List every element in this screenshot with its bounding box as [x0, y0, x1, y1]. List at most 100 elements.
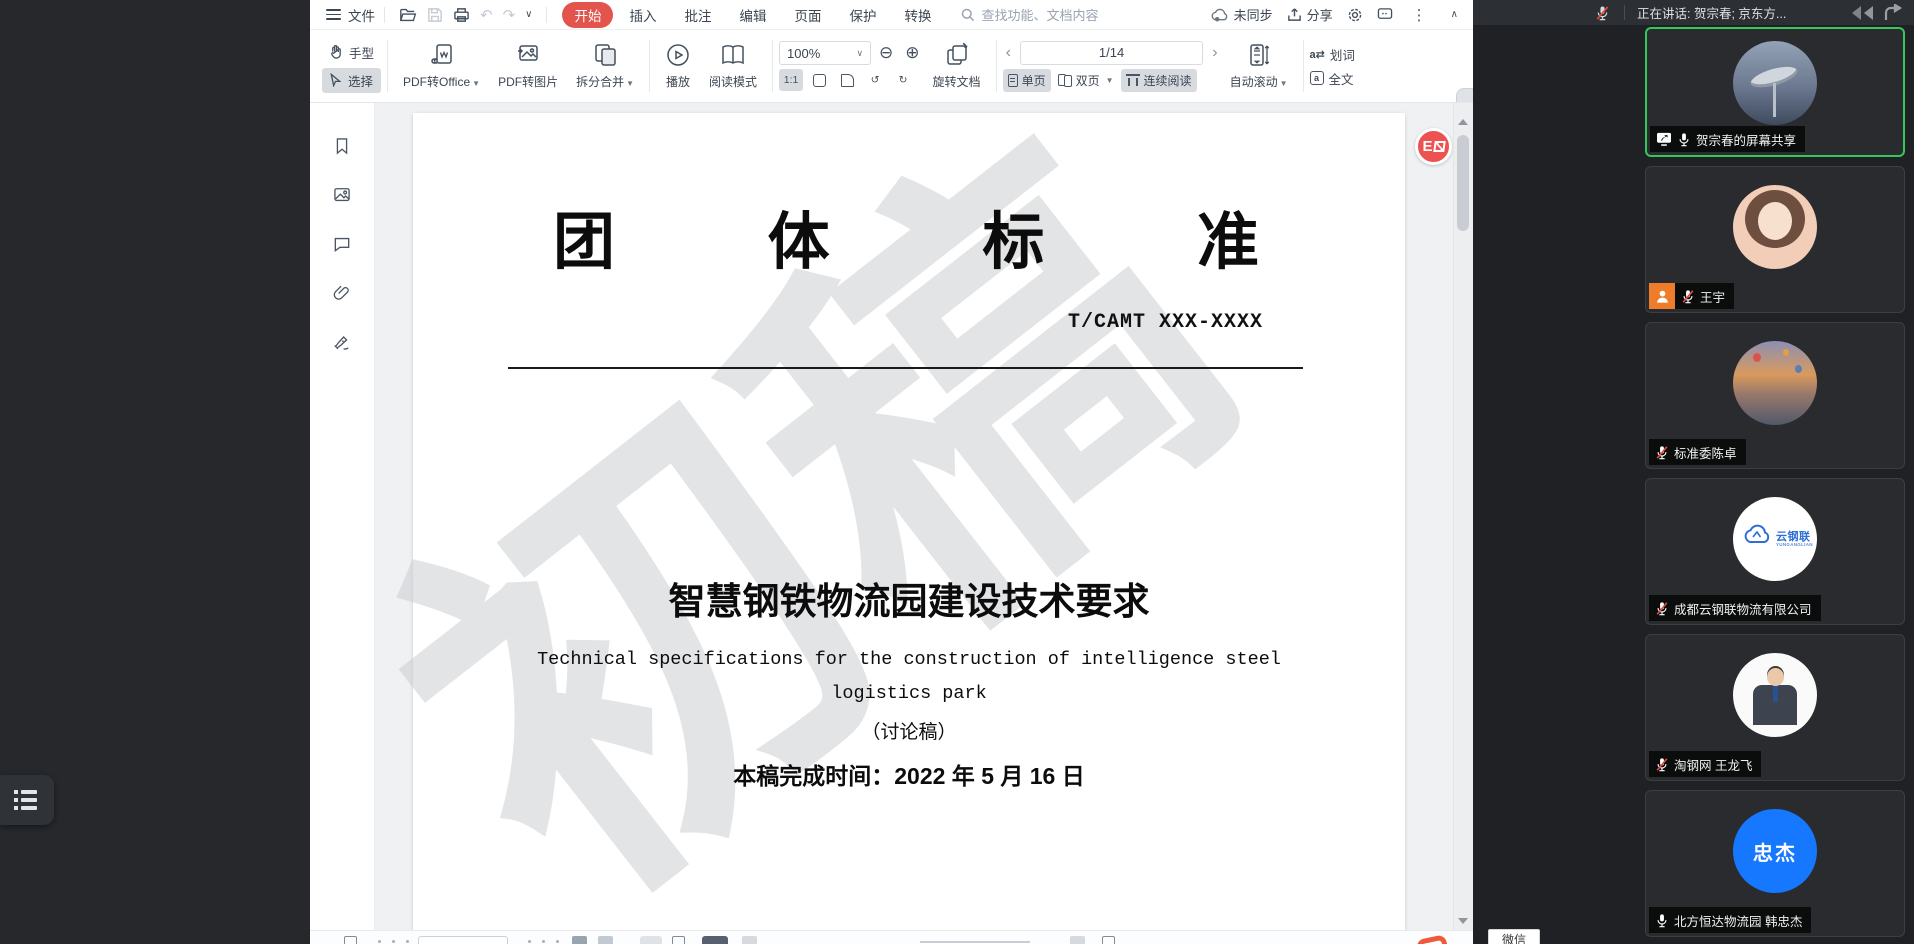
feedback-button[interactable]: [1377, 7, 1393, 22]
actual-size-button[interactable]: 1:1: [779, 69, 803, 91]
scrollbar-thumb[interactable]: [1457, 135, 1469, 231]
translate-full-button[interactable]: a 全文: [1310, 69, 1355, 88]
menu-tab-转换[interactable]: 转换: [892, 2, 943, 28]
play-button[interactable]: 播放: [656, 35, 700, 97]
single-page-button[interactable]: 单页: [1003, 69, 1051, 92]
hand-tool-button[interactable]: 手型: [322, 40, 381, 65]
double-page-button[interactable]: 双页▼: [1053, 69, 1119, 92]
mic-muted-icon: [1655, 601, 1669, 616]
participant-tile[interactable]: 标准委陈卓: [1645, 322, 1905, 469]
document-viewport[interactable]: 初稿 团体标准 T/CAMT XXX-XXXX 智慧钢铁物流园建设技术要求 Te…: [375, 103, 1453, 930]
zoom-level-select[interactable]: 100%∨: [779, 41, 871, 65]
split-merge-button[interactable]: 拆分合并▼: [567, 35, 643, 97]
page-indicator-input[interactable]: 1/14: [1020, 41, 1203, 65]
auto-scroll-icon: [1247, 42, 1271, 68]
sync-status[interactable]: 未同步: [1210, 5, 1273, 24]
status-icon[interactable]: [640, 936, 662, 944]
print-button[interactable]: [448, 7, 475, 23]
translate-word-button[interactable]: a⇄ 划词: [1310, 45, 1355, 64]
zoom-in-icon[interactable]: ⊕: [901, 43, 923, 63]
status-search-input[interactable]: [418, 936, 508, 944]
open-file-button[interactable]: [394, 7, 422, 23]
meeting-nav-arrows[interactable]: [1848, 4, 1906, 22]
previous-page-button[interactable]: ‹: [1003, 44, 1014, 62]
quick-access-more-icon[interactable]: ∨: [520, 9, 537, 20]
participant-name: 王宇: [1700, 287, 1725, 306]
fit-width-icon: [813, 74, 826, 87]
chat-icon: [1377, 7, 1393, 22]
document-subtitle-en-2: logistics park: [413, 683, 1405, 704]
status-icon[interactable]: [598, 936, 613, 944]
fit-page-button[interactable]: [835, 69, 859, 91]
read-mode-button[interactable]: 阅读模式: [700, 35, 766, 97]
save-button[interactable]: [422, 7, 448, 23]
participant-tile[interactable]: 云钢联YUNGANGLIAN成都云钢联物流有限公司: [1645, 478, 1905, 625]
collapse-side-tab[interactable]: ›: [1456, 88, 1473, 103]
menu-tab-页面[interactable]: 页面: [782, 2, 833, 28]
select-tool-button[interactable]: 选择: [322, 68, 381, 93]
auto-scroll-button[interactable]: 自动滚动▼: [1221, 35, 1297, 97]
completion-date: 本稿完成时间：2022 年 5 月 16 日: [413, 757, 1405, 791]
menu-tab-批注[interactable]: 批注: [672, 2, 723, 28]
pdf-page[interactable]: 初稿 团体标准 T/CAMT XXX-XXXX 智慧钢铁物流园建设技术要求 Te…: [413, 113, 1405, 930]
standard-header: 团体标准: [553, 191, 1259, 281]
next-page-button[interactable]: ›: [1209, 44, 1220, 62]
translate-word-label: 划词: [1330, 45, 1355, 64]
share-button[interactable]: 分享: [1287, 5, 1333, 24]
document-title: 智慧钢铁物流园建设技术要求: [413, 571, 1405, 625]
participant-tile[interactable]: 淘钢网 王龙飞: [1645, 634, 1905, 781]
hand-icon: [329, 45, 343, 59]
participant-tile[interactable]: 贺宗春的屏幕共享: [1645, 27, 1905, 157]
scroll-up-icon[interactable]: [1458, 119, 1468, 125]
translate-full-icon: a: [1310, 71, 1324, 85]
status-icon[interactable]: [1070, 936, 1085, 944]
file-menu-button[interactable]: 文件: [326, 5, 375, 25]
menu-tab-保护[interactable]: 保护: [837, 2, 888, 28]
attachments-panel-button[interactable]: [325, 276, 359, 310]
participant-name: 淘钢网 王龙飞: [1674, 755, 1752, 774]
image-icon: [332, 185, 352, 205]
search-box[interactable]: 查找功能、文档内容: [961, 5, 1098, 24]
rotate-right-button[interactable]: ↻: [891, 69, 915, 91]
undo-button[interactable]: ↶: [475, 6, 498, 24]
status-zoom-slider[interactable]: [920, 941, 1030, 943]
status-icon[interactable]: [672, 936, 685, 944]
pdf-to-image-button[interactable]: PDF转图片: [489, 35, 567, 97]
menu-tab-编辑[interactable]: 编辑: [727, 2, 778, 28]
status-icon[interactable]: [702, 936, 728, 944]
status-page-icon[interactable]: [344, 936, 357, 944]
menu-tabs: 开始插入批注编辑页面保护转换: [562, 2, 943, 28]
participant-tile[interactable]: 忠杰北方恒达物流园 韩忠杰: [1645, 790, 1905, 937]
self-mic-muted-icon[interactable]: [1595, 5, 1610, 21]
status-icon[interactable]: [1102, 936, 1115, 944]
fit-width-button[interactable]: [807, 69, 831, 91]
participant-tile[interactable]: 王宇: [1645, 166, 1905, 313]
participant-label-row: 北方恒达物流园 韩忠杰: [1649, 907, 1811, 933]
settings-button[interactable]: [1347, 7, 1363, 23]
redo-button[interactable]: ↷: [498, 6, 521, 24]
continuous-read-button[interactable]: 连续阅读: [1121, 69, 1197, 92]
zoom-out-icon[interactable]: ⊖: [875, 43, 897, 63]
rotate-left-button[interactable]: ↺: [863, 69, 887, 91]
status-icon[interactable]: [742, 936, 757, 944]
participant-name: 成都云钢联物流有限公司: [1674, 599, 1812, 618]
bookmarks-panel-button[interactable]: [325, 129, 359, 163]
scroll-down-icon[interactable]: [1458, 918, 1468, 924]
divider: [387, 40, 388, 92]
images-panel-button[interactable]: [325, 178, 359, 212]
wps-pdf-floating-badge[interactable]: E: [1415, 128, 1452, 165]
pdf-to-office-label: PDF转Office: [403, 75, 470, 89]
book-icon: [719, 42, 747, 68]
menu-tab-插入[interactable]: 插入: [617, 2, 668, 28]
rotate-document-button[interactable]: 旋转文档: [924, 35, 990, 97]
collapse-ribbon-icon[interactable]: ∧: [1446, 9, 1463, 20]
signature-panel-button[interactable]: [325, 325, 359, 359]
comments-panel-button[interactable]: [325, 227, 359, 261]
header-rule: [508, 367, 1303, 369]
pdf-to-office-button[interactable]: PDF转Office▼: [394, 35, 489, 97]
more-menu-icon[interactable]: ⋮: [1407, 6, 1432, 24]
menu-tab-开始[interactable]: 开始: [562, 2, 613, 28]
floating-list-button[interactable]: [0, 775, 54, 825]
vertical-scrollbar[interactable]: [1453, 103, 1473, 930]
status-icon[interactable]: [572, 936, 587, 944]
